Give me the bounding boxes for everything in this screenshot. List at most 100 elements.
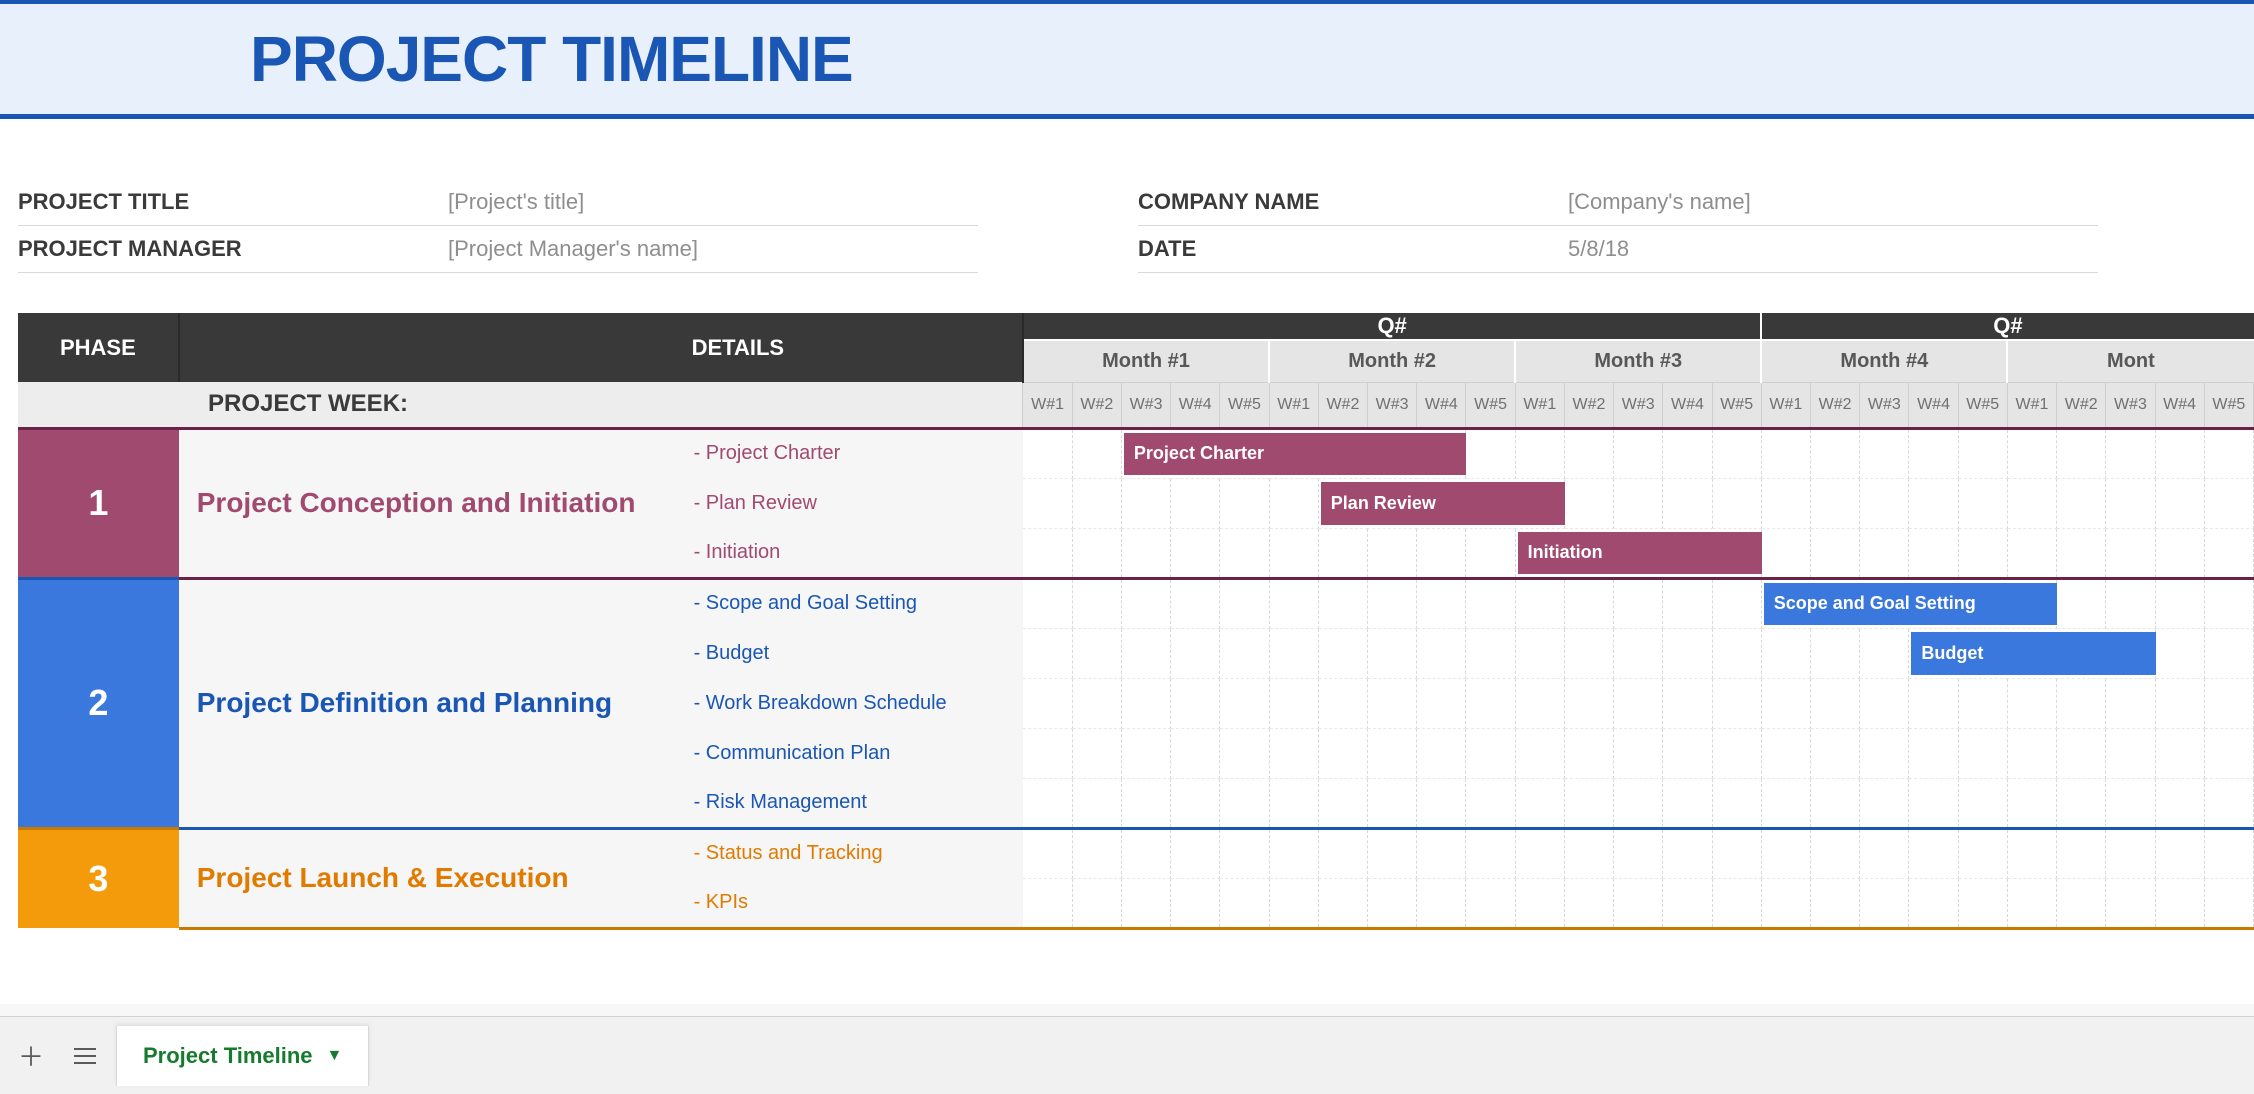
gantt-cell[interactable] bbox=[1318, 528, 1367, 578]
gantt-cell[interactable] bbox=[1023, 728, 1072, 778]
gantt-cell[interactable] bbox=[1072, 878, 1121, 928]
gantt-cell[interactable] bbox=[1466, 878, 1515, 928]
gantt-cell[interactable] bbox=[1368, 878, 1417, 928]
gantt-cell[interactable] bbox=[1121, 678, 1170, 728]
gantt-cell[interactable] bbox=[1564, 878, 1613, 928]
gantt-cell[interactable] bbox=[1663, 678, 1712, 728]
gantt-cell[interactable] bbox=[2204, 428, 2253, 478]
gantt-cell[interactable] bbox=[1663, 828, 1712, 878]
gantt-cell[interactable] bbox=[1810, 428, 1859, 478]
gantt-cell[interactable] bbox=[2155, 628, 2204, 678]
gantt-cell[interactable] bbox=[1515, 778, 1564, 828]
gantt-cell[interactable] bbox=[2155, 828, 2204, 878]
gantt-cell[interactable] bbox=[1614, 728, 1663, 778]
gantt-cell[interactable] bbox=[1761, 678, 1810, 728]
gantt-cell[interactable] bbox=[2155, 728, 2204, 778]
gantt-cell[interactable] bbox=[1171, 728, 1220, 778]
gantt-cell[interactable] bbox=[1663, 428, 1712, 478]
sheet-tab-active[interactable]: Project Timeline ▼ bbox=[116, 1026, 369, 1086]
gantt-cell[interactable] bbox=[1860, 878, 1909, 928]
gantt-cell[interactable] bbox=[1269, 828, 1318, 878]
gantt-cell[interactable] bbox=[1909, 728, 1958, 778]
gantt-cell[interactable] bbox=[1417, 828, 1466, 878]
gantt-cell[interactable] bbox=[1712, 728, 1761, 778]
gantt-cell[interactable] bbox=[1614, 478, 1663, 528]
gantt-cell[interactable] bbox=[1318, 828, 1367, 878]
gantt-cell[interactable] bbox=[2106, 878, 2155, 928]
gantt-cell[interactable] bbox=[1023, 578, 1072, 628]
gantt-cell[interactable] bbox=[1171, 628, 1220, 678]
gantt-cell[interactable] bbox=[1318, 778, 1367, 828]
gantt-cell[interactable] bbox=[1712, 478, 1761, 528]
gantt-cell[interactable] bbox=[1515, 878, 1564, 928]
gantt-cell[interactable] bbox=[1810, 678, 1859, 728]
gantt-cell[interactable] bbox=[1810, 728, 1859, 778]
gantt-cell[interactable] bbox=[1220, 478, 1269, 528]
gantt-cell[interactable] bbox=[1909, 828, 1958, 878]
gantt-cell[interactable] bbox=[1368, 528, 1417, 578]
gantt-cell[interactable] bbox=[1810, 528, 1859, 578]
gantt-cell[interactable]: Scope and Goal Setting bbox=[1761, 578, 2056, 628]
gantt-cell[interactable] bbox=[1614, 878, 1663, 928]
gantt-cell[interactable] bbox=[1663, 578, 1712, 628]
gantt-cell[interactable] bbox=[1023, 678, 1072, 728]
gantt-cell[interactable] bbox=[1761, 728, 1810, 778]
gantt-cell[interactable] bbox=[1220, 778, 1269, 828]
gantt-cell[interactable] bbox=[2007, 728, 2056, 778]
gantt-cell[interactable] bbox=[2007, 828, 2056, 878]
gantt-cell[interactable] bbox=[1368, 578, 1417, 628]
gantt-cell[interactable] bbox=[1269, 578, 1318, 628]
gantt-cell[interactable] bbox=[1121, 628, 1170, 678]
gantt-cell[interactable] bbox=[2204, 528, 2253, 578]
gantt-cell[interactable] bbox=[1663, 778, 1712, 828]
gantt-cell[interactable] bbox=[1909, 428, 1958, 478]
gantt-cell[interactable] bbox=[1761, 428, 1810, 478]
gantt-cell[interactable] bbox=[1171, 778, 1220, 828]
gantt-cell[interactable] bbox=[1220, 628, 1269, 678]
gantt-cell[interactable] bbox=[1761, 878, 1810, 928]
project-manager-value[interactable]: [Project Manager's name] bbox=[448, 236, 698, 262]
gantt-cell[interactable] bbox=[2155, 578, 2204, 628]
gantt-cell[interactable] bbox=[1564, 828, 1613, 878]
gantt-cell[interactable] bbox=[1023, 828, 1072, 878]
gantt-cell[interactable] bbox=[1909, 778, 1958, 828]
gantt-cell[interactable] bbox=[1712, 578, 1761, 628]
gantt-cell[interactable] bbox=[2007, 778, 2056, 828]
gantt-cell[interactable] bbox=[1663, 728, 1712, 778]
gantt-cell[interactable] bbox=[1810, 828, 1859, 878]
gantt-cell[interactable] bbox=[2106, 728, 2155, 778]
gantt-cell[interactable] bbox=[1318, 628, 1367, 678]
gantt-cell[interactable] bbox=[1712, 628, 1761, 678]
gantt-cell[interactable] bbox=[1761, 778, 1810, 828]
gantt-cell[interactable] bbox=[1417, 528, 1466, 578]
gantt-cell[interactable] bbox=[1614, 828, 1663, 878]
gantt-cell[interactable] bbox=[1466, 578, 1515, 628]
gantt-cell[interactable] bbox=[1564, 728, 1613, 778]
gantt-cell[interactable] bbox=[1023, 428, 1072, 478]
gantt-cell[interactable] bbox=[1417, 628, 1466, 678]
gantt-cell[interactable] bbox=[1417, 728, 1466, 778]
gantt-cell[interactable] bbox=[1269, 878, 1318, 928]
gantt-cell[interactable] bbox=[1023, 528, 1072, 578]
gantt-cell[interactable] bbox=[1909, 678, 1958, 728]
gantt-cell[interactable] bbox=[1614, 628, 1663, 678]
gantt-cell[interactable] bbox=[1269, 778, 1318, 828]
gantt-cell[interactable] bbox=[2057, 528, 2106, 578]
gantt-cell[interactable] bbox=[1121, 478, 1170, 528]
gantt-cell[interactable] bbox=[1171, 828, 1220, 878]
gantt-cell[interactable] bbox=[1909, 478, 1958, 528]
gantt-cell[interactable] bbox=[1318, 878, 1367, 928]
gantt-cell[interactable] bbox=[2204, 478, 2253, 528]
gantt-cell[interactable] bbox=[1515, 678, 1564, 728]
gantt-cell[interactable] bbox=[1368, 678, 1417, 728]
gantt-bar[interactable]: Budget bbox=[1911, 632, 2156, 675]
gantt-cell[interactable] bbox=[1761, 528, 1810, 578]
gantt-cell[interactable] bbox=[1466, 528, 1515, 578]
gantt-cell[interactable] bbox=[2057, 728, 2106, 778]
gantt-cell[interactable] bbox=[1220, 728, 1269, 778]
gantt-cell[interactable] bbox=[1860, 828, 1909, 878]
gantt-cell[interactable] bbox=[1663, 628, 1712, 678]
gantt-cell[interactable] bbox=[1269, 478, 1318, 528]
gantt-cell[interactable] bbox=[2106, 478, 2155, 528]
gantt-cell[interactable] bbox=[1072, 778, 1121, 828]
